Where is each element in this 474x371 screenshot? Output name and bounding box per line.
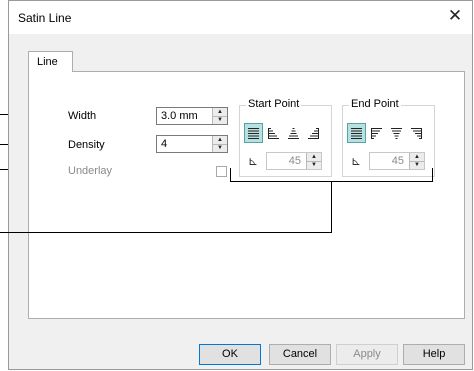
start-angle-spinbox[interactable]: 45 ▲ ▼ <box>266 152 322 170</box>
end-shape-icons <box>347 123 427 145</box>
end-shape-icon[interactable] <box>387 123 406 143</box>
close-icon[interactable]: ✕ <box>446 7 464 25</box>
end-point-group: End Point ⊾ 45 ▲ ▼ <box>342 98 435 177</box>
underlay-label: Underlay <box>68 165 113 177</box>
callout-bracket-left <box>230 168 231 182</box>
satin-line-dialog: Satin Line ✕ Line Width 3.0 mm ▲ ▼ Densit… <box>8 0 473 370</box>
callout-line-groups <box>0 232 332 233</box>
spin-down-icon[interactable]: ▼ <box>307 161 321 169</box>
cancel-button[interactable]: Cancel <box>269 344 331 365</box>
start-point-group: Start Point ⊾ 45 ▲ ▼ <box>239 98 332 177</box>
end-shape-icon[interactable] <box>264 123 283 143</box>
end-shape-icon[interactable] <box>304 123 323 143</box>
window-title: Satin Line <box>18 11 72 25</box>
end-point-label: End Point <box>349 98 401 110</box>
callout-bracket-right <box>432 168 433 182</box>
end-shape-icon[interactable] <box>284 123 303 143</box>
spin-down-icon[interactable]: ▼ <box>213 144 227 152</box>
title-bar: Satin Line ✕ <box>9 1 472 34</box>
angle-icon: ⊾ <box>351 154 362 168</box>
help-button[interactable]: Help <box>403 344 465 365</box>
width-spinbox[interactable]: 3.0 mm ▲ ▼ <box>156 107 228 125</box>
end-shape-icon[interactable] <box>244 123 263 143</box>
start-point-label: Start Point <box>246 98 302 110</box>
underlay-checkbox[interactable] <box>216 166 227 177</box>
end-shape-icon[interactable] <box>407 123 426 143</box>
ok-button[interactable]: OK <box>199 344 261 365</box>
end-angle-spinbox[interactable]: 45 ▲ ▼ <box>369 152 425 170</box>
width-label: Width <box>68 110 97 122</box>
end-shape-icon[interactable] <box>347 123 366 143</box>
end-shape-icon[interactable] <box>367 123 386 143</box>
start-angle-value: 45 <box>288 155 301 167</box>
end-angle-value: 45 <box>391 155 404 167</box>
start-shape-icons <box>244 123 324 145</box>
spin-down-icon[interactable]: ▼ <box>410 161 424 169</box>
spin-down-icon[interactable]: ▼ <box>213 116 227 124</box>
apply-button[interactable]: Apply <box>336 344 398 365</box>
callout-bracket-stem <box>331 181 332 233</box>
line-tab-panel: Width 3.0 mm ▲ ▼ Density 4 ▲ ▼ Underlay St… <box>28 71 465 319</box>
density-label: Density <box>68 139 105 151</box>
angle-icon: ⊾ <box>248 154 259 168</box>
tab-line[interactable]: Line <box>28 51 73 72</box>
tab-line-label: Line <box>37 56 58 68</box>
width-value: 3.0 mm <box>161 110 198 122</box>
density-spinbox[interactable]: 4 ▲ ▼ <box>156 135 228 153</box>
density-value: 4 <box>161 138 168 150</box>
